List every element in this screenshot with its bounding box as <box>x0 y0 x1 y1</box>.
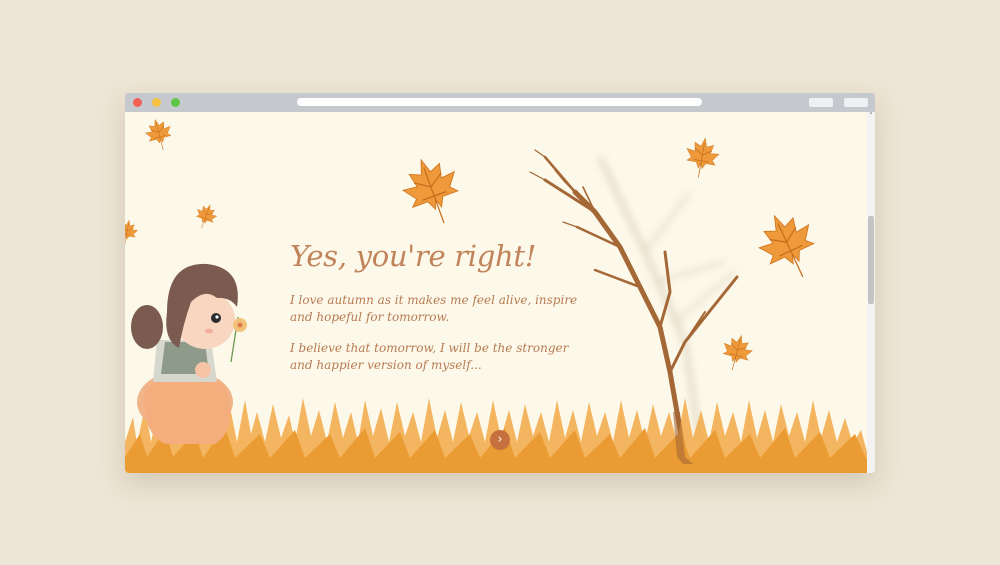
vertical-scrollbar[interactable]: ˄ <box>867 112 875 473</box>
leaf-icon <box>125 218 140 248</box>
window-close-button[interactable] <box>133 98 142 107</box>
chevron-right-icon: › <box>497 432 503 447</box>
leaf-icon <box>394 149 471 234</box>
browser-toolbar-button[interactable] <box>844 98 868 107</box>
leaf-icon <box>142 115 176 154</box>
leaf-icon <box>717 331 756 375</box>
browser-toolbar-button[interactable] <box>809 98 833 107</box>
hero-paragraph-belief: I believe that tomorrow, I will be the s… <box>290 341 569 372</box>
leaf-icon <box>682 135 722 181</box>
scrollbar-thumb[interactable] <box>868 216 874 304</box>
leaf-icon <box>191 200 220 233</box>
browser-window: Yes, you're right! I love autumn as it m… <box>125 93 875 473</box>
window-minimize-button[interactable] <box>152 98 161 107</box>
hero-heading: Yes, you're right! <box>290 239 537 273</box>
next-slide-button[interactable]: › <box>490 430 510 450</box>
hero-paragraph-intro: I love autumn as it makes me feel alive,… <box>290 293 578 324</box>
window-maximize-button[interactable] <box>171 98 180 107</box>
page-content: Yes, you're right! I love autumn as it m… <box>125 112 867 473</box>
leaf-icon <box>749 203 829 290</box>
girl-illustration <box>131 263 247 444</box>
scroll-up-icon[interactable]: ˄ <box>867 112 875 120</box>
address-bar[interactable] <box>297 98 702 106</box>
browser-title-bar <box>125 93 875 112</box>
